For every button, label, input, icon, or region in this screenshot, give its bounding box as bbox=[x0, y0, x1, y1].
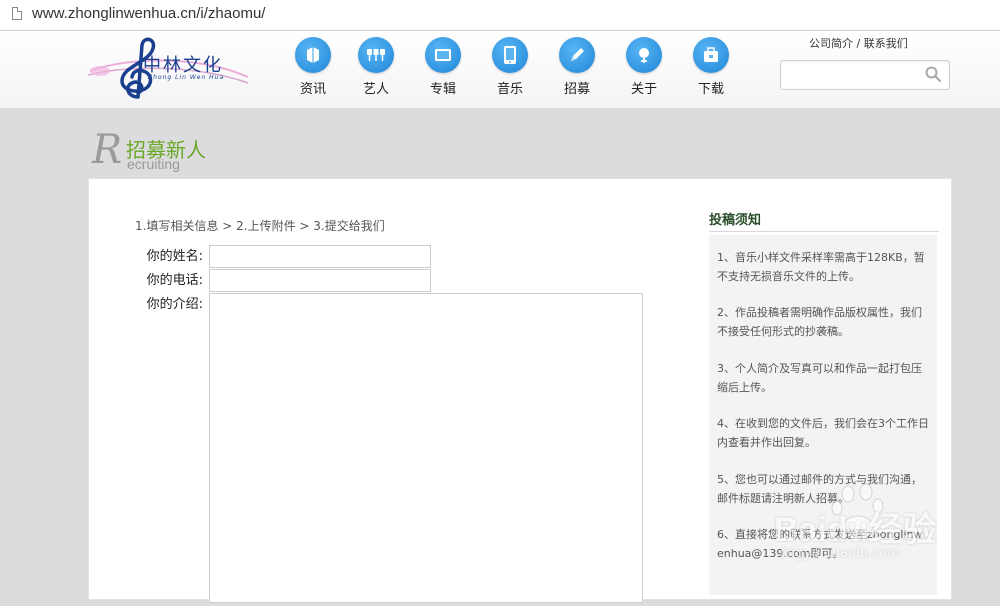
music-icon bbox=[492, 37, 528, 73]
name-field[interactable] bbox=[209, 245, 431, 268]
nav-item-artists[interactable]: 艺人 bbox=[351, 37, 401, 97]
company-intro-link[interactable]: 公司简介 bbox=[809, 37, 853, 50]
intro-textarea[interactable] bbox=[210, 294, 642, 602]
form-steps: 1.填写相关信息 > 2.上传附件 > 3.提交给我们 bbox=[135, 219, 385, 233]
section-title-en: ecruiting bbox=[127, 156, 180, 172]
nav-item-music[interactable]: 音乐 bbox=[485, 37, 535, 97]
nav-label: 艺人 bbox=[362, 81, 389, 96]
phone-field[interactable] bbox=[209, 269, 431, 292]
browser-address-bar[interactable]: www.zhonglinwenhua.cn/i/zhaomu/ bbox=[0, 0, 1000, 31]
section-title-letter: R bbox=[92, 127, 123, 173]
name-input[interactable] bbox=[210, 246, 430, 268]
notice-item: 1、音乐小样文件采样率需高于128KB，暂不支持无损音乐文件的上传。 bbox=[717, 251, 925, 283]
notice-item: 3、个人简介及写真可以和作品一起打包压缩后上传。 bbox=[717, 362, 922, 394]
nav-label: 专辑 bbox=[429, 81, 456, 96]
notice-item: 6、直接将您的联系方式发送至zhonglinwenhua@139.com即可。 bbox=[717, 528, 923, 560]
logo-en-text: Zhong Lin Wen Hua bbox=[148, 74, 225, 81]
news-icon bbox=[295, 37, 331, 73]
nav-label: 下载 bbox=[697, 81, 724, 96]
page-icon bbox=[12, 7, 22, 20]
search-icon[interactable] bbox=[925, 66, 941, 82]
notice-title: 投稿须知 bbox=[709, 213, 762, 228]
contact-us-link[interactable]: 联系我们 bbox=[864, 37, 908, 50]
search-box bbox=[780, 60, 950, 90]
recruit-pen-icon bbox=[559, 37, 595, 73]
name-label: 你的姓名: bbox=[146, 249, 203, 264]
nav-label: 招募 bbox=[563, 81, 590, 96]
album-icon bbox=[425, 37, 461, 73]
nav-item-album[interactable]: 专辑 bbox=[418, 37, 468, 97]
intro-field[interactable] bbox=[209, 293, 643, 603]
nav-item-recruit[interactable]: 招募 bbox=[552, 37, 602, 97]
download-icon bbox=[693, 37, 729, 73]
nav-label: 音乐 bbox=[496, 81, 523, 96]
notice-divider bbox=[709, 231, 939, 232]
section-title: R 招募新人 ecruiting bbox=[92, 128, 292, 176]
phone-label: 你的电话: bbox=[146, 273, 203, 288]
url-text[interactable]: www.zhonglinwenhua.cn/i/zhaomu/ bbox=[32, 5, 265, 22]
nav-label: 关于 bbox=[630, 81, 657, 96]
artists-icon bbox=[358, 37, 394, 73]
notice-item: 2、作品投稿者需明确作品版权属性，我们不接受任何形式的抄袭稿。 bbox=[717, 306, 922, 338]
nav-item-news[interactable]: 资讯 bbox=[288, 37, 338, 97]
about-icon bbox=[626, 37, 662, 73]
notice-item: 5、您也可以通过邮件的方式与我们沟通，邮件标题请注明新人招募。 bbox=[717, 473, 922, 505]
link-separator: / bbox=[853, 37, 864, 50]
top-links: 公司简介 / 联系我们 bbox=[809, 35, 908, 51]
nav-item-download[interactable]: 下载 bbox=[686, 37, 736, 97]
site-logo[interactable]: 中林文化 Zhong Lin Wen Hua bbox=[87, 37, 253, 102]
notice-item: 4、在收到您的文件后，我们会在3个工作日内查看并作出回复。 bbox=[717, 417, 929, 449]
nav-item-about[interactable]: 关于 bbox=[619, 37, 669, 97]
search-input[interactable] bbox=[781, 61, 923, 87]
notice-box: 1、音乐小样文件采样率需高于128KB，暂不支持无损音乐文件的上传。 2、作品投… bbox=[709, 235, 937, 595]
content-panel: 1.填写相关信息 > 2.上传附件 > 3.提交给我们 你的姓名: 你的电话: … bbox=[88, 178, 952, 603]
phone-input[interactable] bbox=[210, 270, 430, 292]
intro-label: 你的介绍: bbox=[146, 297, 203, 312]
site-header: 中林文化 Zhong Lin Wen Hua 资讯 艺人 专辑 音乐 招募 关于… bbox=[0, 31, 1000, 109]
nav-label: 资讯 bbox=[299, 81, 326, 96]
